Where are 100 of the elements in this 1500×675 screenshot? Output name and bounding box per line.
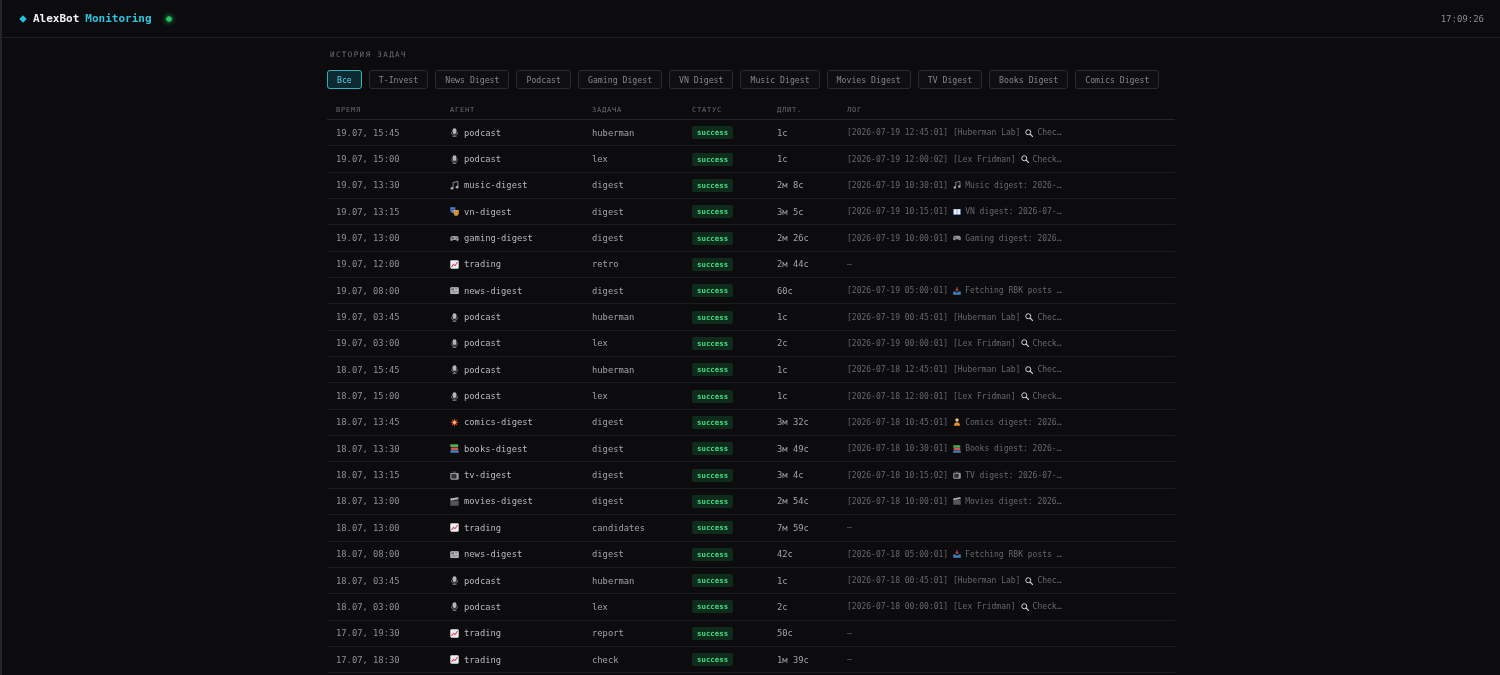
microphone-icon <box>450 154 459 164</box>
agent-name: music-digest <box>464 180 528 191</box>
microphone-icon <box>450 312 459 322</box>
filter-tab[interactable]: Music Digest <box>740 70 820 89</box>
agent-name: podcast <box>464 127 502 138</box>
filter-tab[interactable]: T-Invest <box>368 70 429 89</box>
run-time: 19.07, 03:00 <box>335 338 401 349</box>
log-text: [2026-07-19 10:30:01] <box>847 180 949 190</box>
run-time: 19.07, 15:45 <box>335 127 401 138</box>
log-text: Chec… <box>1037 128 1062 138</box>
log-text: [2026-07-19 12:45:01] [Huberman Lab] <box>847 128 1021 138</box>
agent-name: podcast <box>464 364 502 375</box>
duration-text: 1м 39с <box>776 654 810 665</box>
newspaper-icon <box>450 286 459 296</box>
log-text: Gaming digest: 2026… <box>965 233 1062 243</box>
filter-tab[interactable]: Podcast <box>516 70 571 89</box>
search-icon <box>1020 339 1029 348</box>
task-name: lex <box>591 391 609 402</box>
duration-text: 3м 49с <box>776 443 810 454</box>
run-time: 19.07, 03:45 <box>335 312 401 323</box>
log-text: — <box>847 259 852 269</box>
microphone-icon <box>450 576 459 585</box>
run-time: 18.07, 13:15 <box>335 470 401 481</box>
chart-icon <box>450 655 459 665</box>
search-icon <box>1025 313 1034 322</box>
log-text: — <box>847 628 852 638</box>
run-time: 19.07, 15:00 <box>335 154 401 164</box>
agent-name: vn-digest <box>464 206 512 217</box>
search-icon <box>1020 155 1029 163</box>
log-text: — <box>847 655 852 665</box>
app-name: AlexBot <box>33 12 80 25</box>
music-note-icon <box>953 181 962 190</box>
duration-text: 3м 32с <box>776 417 810 428</box>
search-icon <box>1025 576 1034 585</box>
newspaper-icon <box>450 549 459 559</box>
run-time: 18.07, 03:00 <box>335 601 401 612</box>
task-name: lex <box>591 154 609 164</box>
log-text: [2026-07-18 12:00:01] [Lex Fridman] <box>847 391 1016 401</box>
inbox-tray-icon <box>953 550 962 559</box>
filter-tab[interactable]: TV Digest <box>917 70 983 89</box>
clock-time: 17:09:26 <box>1440 13 1484 24</box>
task-name: digest <box>591 233 625 244</box>
clapperboard-icon <box>953 497 962 506</box>
person-icon <box>953 418 962 427</box>
log-text: — <box>847 523 852 533</box>
log-text: Fetching RBK posts … <box>965 286 1062 296</box>
log-text: [2026-07-18 00:45:01] [Huberman Lab] <box>847 576 1021 585</box>
filter-tab[interactable]: Comics Digest <box>1075 70 1160 89</box>
duration-text: 2м 44с <box>776 259 810 270</box>
log-text: [2026-07-19 10:00:01] <box>847 233 949 243</box>
task-name: candidates <box>591 522 646 533</box>
filter-tab[interactable]: Gaming Digest <box>578 70 663 89</box>
agent-name: tv-digest <box>464 470 512 481</box>
agent-name: news-digest <box>464 285 523 296</box>
agent-name: trading <box>464 522 502 533</box>
app-subtitle: Monitoring <box>85 12 152 25</box>
duration-text: 3м 5с <box>776 206 805 217</box>
chart-icon <box>450 259 459 269</box>
log-text: [2026-07-18 10:00:01] <box>847 497 949 506</box>
filter-tab[interactable]: News Digest <box>435 70 510 89</box>
duration-text: 2м 8с <box>776 180 805 191</box>
agent-name: trading <box>464 654 502 665</box>
microphone-icon <box>450 602 459 612</box>
duration-text: 3м 4с <box>776 470 805 481</box>
log-text: [2026-07-19 00:45:01] [Huberman Lab] <box>847 312 1021 322</box>
log-text: Check… <box>1032 338 1062 348</box>
duration-text: 2с <box>776 601 789 612</box>
run-time: 19.07, 13:00 <box>335 233 401 244</box>
clapperboard-icon <box>450 497 459 506</box>
duration-text: 1с <box>776 127 789 138</box>
task-name: huberman <box>591 575 636 586</box>
chart-icon <box>450 628 459 638</box>
task-name: digest <box>591 180 625 191</box>
duration-text: 1с <box>776 154 789 164</box>
filter-tab[interactable]: VN Digest <box>669 70 734 89</box>
log-text: Books digest: 2026-… <box>965 444 1062 454</box>
log-text: [2026-07-18 00:00:01] [Lex Fridman] <box>847 602 1016 612</box>
log-text: [2026-07-19 12:00:02] [Lex Fridman] <box>847 154 1016 164</box>
gamepad-icon <box>953 234 962 243</box>
task-name: digest <box>591 417 625 428</box>
task-name: lex <box>591 601 609 612</box>
duration-text: 1с <box>776 364 789 375</box>
task-name: digest <box>591 470 625 481</box>
duration-text: 2м 54с <box>776 496 810 507</box>
log-text: Check… <box>1032 154 1062 164</box>
filter-tab[interactable]: Movies Digest <box>826 70 911 89</box>
filter-tab[interactable]: Все <box>327 70 362 89</box>
agent-name: podcast <box>464 391 502 402</box>
agent-name: podcast <box>464 601 502 612</box>
filter-tab[interactable]: Books Digest <box>989 70 1069 89</box>
run-time: 18.07, 13:30 <box>335 443 401 454</box>
log-text: [2026-07-18 12:45:01] [Huberman Lab] <box>847 365 1021 375</box>
search-icon <box>1020 392 1029 401</box>
agent-name: comics-digest <box>464 417 533 428</box>
tv-icon <box>450 470 459 480</box>
task-name: digest <box>591 443 625 454</box>
log-text: Chec… <box>1037 365 1062 375</box>
agent-name: trading <box>464 259 502 270</box>
run-time: 19.07, 08:00 <box>335 285 401 296</box>
duration-text: 1с <box>776 391 789 402</box>
